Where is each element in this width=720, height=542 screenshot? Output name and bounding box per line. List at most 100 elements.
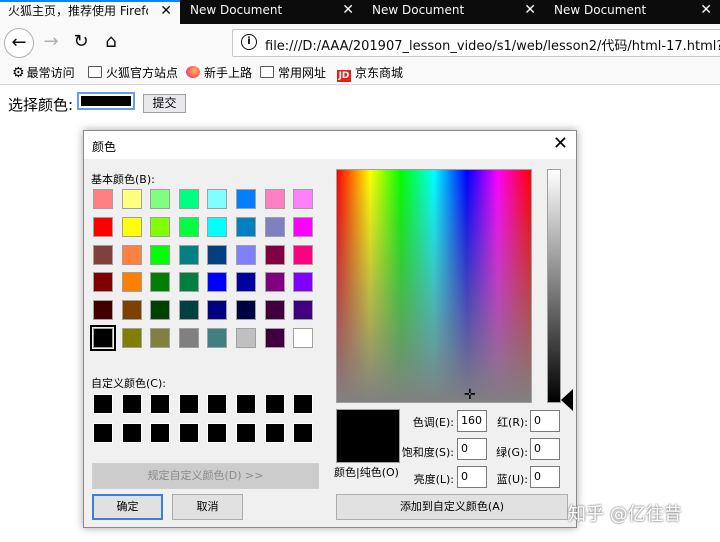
bookmark-jd[interactable]: JD 京东商城 bbox=[337, 64, 403, 82]
basic-color-swatch[interactable] bbox=[207, 300, 227, 320]
basic-color-swatch[interactable] bbox=[265, 189, 285, 209]
tab-close-icon[interactable]: ✕ bbox=[700, 0, 712, 20]
url-text[interactable]: file:///D:/AAA/201907_lesson_video/s1/we… bbox=[265, 35, 720, 54]
custom-color-swatch[interactable] bbox=[179, 423, 199, 443]
color-picker-input[interactable] bbox=[77, 92, 135, 110]
red-field[interactable]: 0 bbox=[530, 410, 560, 432]
hue-field[interactable]: 160 bbox=[457, 410, 487, 432]
custom-color-swatch[interactable] bbox=[265, 423, 285, 443]
basic-color-swatch[interactable] bbox=[293, 189, 313, 209]
basic-color-swatch[interactable] bbox=[207, 272, 227, 292]
tab-firefox-home[interactable]: 火狐主页，推荐使用 Firefox ✕ bbox=[0, 0, 180, 24]
basic-color-swatch[interactable] bbox=[207, 245, 227, 265]
custom-color-swatch[interactable] bbox=[293, 394, 313, 414]
forward-arrow-icon[interactable]: → bbox=[36, 28, 66, 58]
tab-new-document[interactable]: New Document ✕ bbox=[182, 0, 362, 24]
basic-color-swatch[interactable] bbox=[122, 300, 142, 320]
basic-color-swatch[interactable] bbox=[122, 245, 142, 265]
basic-color-swatch[interactable] bbox=[93, 272, 113, 292]
basic-color-swatch[interactable] bbox=[207, 189, 227, 209]
custom-color-swatch[interactable] bbox=[122, 394, 142, 414]
color-spectrum[interactable]: ✛ bbox=[336, 169, 532, 403]
basic-color-swatch[interactable] bbox=[93, 245, 113, 265]
home-icon[interactable]: ⌂ bbox=[96, 28, 126, 58]
basic-color-swatch[interactable] bbox=[236, 300, 256, 320]
basic-color-swatch[interactable] bbox=[150, 272, 170, 292]
basic-color-swatch[interactable] bbox=[90, 325, 116, 351]
basic-color-swatch[interactable] bbox=[236, 272, 256, 292]
tab-new-document[interactable]: New Document ✕ bbox=[546, 0, 720, 24]
basic-color-swatch[interactable] bbox=[150, 217, 170, 237]
url-bar[interactable]: i file:///D:/AAA/201907_lesson_video/s1/… bbox=[232, 29, 720, 57]
basic-color-swatch[interactable] bbox=[293, 217, 313, 237]
luminance-slider[interactable] bbox=[547, 169, 561, 403]
ok-button[interactable]: 确定 bbox=[92, 494, 163, 520]
custom-color-swatch[interactable] bbox=[293, 423, 313, 443]
add-to-custom-colors-button[interactable]: 添加到自定义颜色(A) bbox=[336, 494, 568, 520]
basic-color-swatch[interactable] bbox=[236, 217, 256, 237]
reload-icon[interactable]: ↻ bbox=[66, 28, 96, 58]
basic-color-swatch[interactable] bbox=[293, 272, 313, 292]
tab-close-icon[interactable]: ✕ bbox=[524, 0, 536, 20]
bookmark-common-sites[interactable]: 常用网址 bbox=[260, 64, 326, 82]
basic-color-swatch[interactable] bbox=[265, 300, 285, 320]
custom-color-swatch[interactable] bbox=[207, 423, 227, 443]
custom-color-swatch[interactable] bbox=[122, 423, 142, 443]
bookmark-most-visited[interactable]: ⚙ 最常访问 bbox=[12, 64, 75, 82]
basic-color-swatch[interactable] bbox=[150, 189, 170, 209]
basic-color-swatch[interactable] bbox=[207, 328, 227, 348]
basic-color-swatch[interactable] bbox=[293, 300, 313, 320]
basic-color-swatch[interactable] bbox=[265, 245, 285, 265]
basic-color-swatch[interactable] bbox=[93, 300, 113, 320]
basic-color-swatch[interactable] bbox=[122, 328, 142, 348]
saturation-field[interactable]: 0 bbox=[457, 438, 487, 460]
basic-color-swatch[interactable] bbox=[236, 245, 256, 265]
submit-button[interactable]: 提交 bbox=[143, 94, 186, 113]
crosshair-icon[interactable]: ✛ bbox=[464, 388, 476, 402]
basic-color-swatch[interactable] bbox=[179, 328, 199, 348]
basic-color-swatch[interactable] bbox=[265, 217, 285, 237]
bookmark-getting-started[interactable]: 新手上路 bbox=[186, 64, 252, 82]
basic-color-swatch[interactable] bbox=[150, 245, 170, 265]
bookmark-firefox-site[interactable]: 火狐官方站点 bbox=[88, 64, 178, 82]
tab-close-icon[interactable]: ✕ bbox=[160, 2, 172, 20]
basic-color-swatch[interactable] bbox=[179, 217, 199, 237]
basic-color-swatch[interactable] bbox=[93, 189, 113, 209]
tab-new-document[interactable]: New Document ✕ bbox=[364, 0, 544, 24]
custom-color-swatch[interactable] bbox=[207, 394, 227, 414]
custom-color-swatch[interactable] bbox=[93, 394, 113, 414]
custom-color-swatch[interactable] bbox=[150, 423, 170, 443]
custom-color-swatch[interactable] bbox=[265, 394, 285, 414]
basic-color-swatch[interactable] bbox=[236, 328, 256, 348]
cancel-button[interactable]: 取消 bbox=[172, 494, 243, 520]
green-field[interactable]: 0 bbox=[530, 438, 560, 460]
basic-color-swatch[interactable] bbox=[93, 217, 113, 237]
basic-color-swatch[interactable] bbox=[150, 328, 170, 348]
info-icon[interactable]: i bbox=[241, 34, 257, 50]
custom-color-swatch[interactable] bbox=[236, 394, 256, 414]
basic-color-swatch[interactable] bbox=[179, 189, 199, 209]
luminance-field[interactable]: 0 bbox=[457, 466, 487, 488]
basic-color-swatch[interactable] bbox=[122, 272, 142, 292]
luminance-arrow-icon[interactable] bbox=[561, 389, 573, 411]
blue-field[interactable]: 0 bbox=[530, 466, 560, 488]
tab-close-icon[interactable]: ✕ bbox=[342, 0, 354, 20]
basic-color-swatch[interactable] bbox=[207, 217, 227, 237]
custom-color-swatch[interactable] bbox=[93, 423, 113, 443]
basic-color-swatch[interactable] bbox=[179, 272, 199, 292]
custom-color-swatch[interactable] bbox=[179, 394, 199, 414]
custom-color-swatch[interactable] bbox=[236, 423, 256, 443]
custom-color-swatch[interactable] bbox=[150, 394, 170, 414]
basic-color-swatch[interactable] bbox=[179, 300, 199, 320]
basic-color-swatch[interactable] bbox=[122, 189, 142, 209]
basic-color-swatch[interactable] bbox=[179, 245, 199, 265]
basic-color-swatch[interactable] bbox=[293, 245, 313, 265]
basic-color-swatch[interactable] bbox=[150, 300, 170, 320]
back-arrow-icon[interactable]: ← bbox=[4, 28, 34, 58]
basic-color-swatch[interactable] bbox=[293, 328, 313, 348]
basic-color-swatch[interactable] bbox=[265, 328, 285, 348]
basic-color-swatch[interactable] bbox=[265, 272, 285, 292]
basic-color-swatch[interactable] bbox=[236, 189, 256, 209]
close-icon[interactable]: ✕ bbox=[553, 133, 568, 154]
basic-color-swatch[interactable] bbox=[122, 217, 142, 237]
